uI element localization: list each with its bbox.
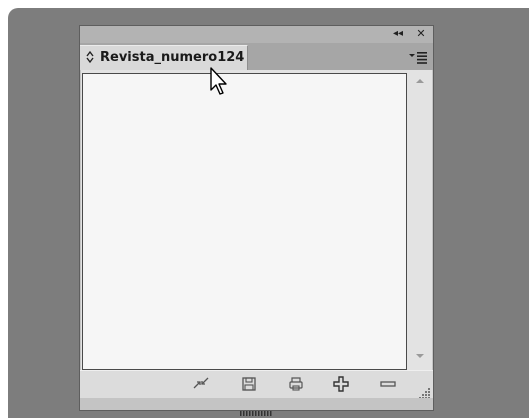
remove-icon[interactable] — [378, 376, 398, 394]
print-icon[interactable] — [286, 376, 306, 394]
library-items-list[interactable] — [82, 73, 407, 370]
add-icon[interactable] — [331, 376, 351, 394]
scroll-down-icon[interactable] — [408, 352, 432, 364]
panel-tab-bar: Revista_numero124 — [80, 43, 433, 70]
panel-footer — [80, 398, 433, 416]
library-panel: ◂◂ ✕ Revista_numero124 — [79, 25, 434, 416]
updown-arrows-icon[interactable] — [86, 50, 94, 69]
panel-titlebar[interactable]: ◂◂ ✕ — [80, 26, 433, 43]
resize-grip-icon[interactable] — [419, 384, 431, 399]
panel-content — [81, 70, 432, 370]
relink-icon[interactable] — [191, 376, 211, 394]
mouse-pointer-icon — [209, 66, 231, 96]
panel-menu-icon[interactable] — [408, 49, 428, 64]
close-panel-icon[interactable]: ✕ — [413, 27, 429, 41]
panel-drag-handle-icon[interactable] — [240, 401, 272, 416]
save-icon[interactable] — [239, 376, 259, 394]
scroll-up-icon[interactable] — [408, 77, 432, 89]
collapse-panel-icon[interactable]: ◂◂ — [390, 27, 406, 41]
vertical-scrollbar[interactable] — [408, 73, 432, 370]
tab-label: Revista_numero124 — [100, 50, 245, 65]
panel-toolbar — [80, 370, 433, 399]
